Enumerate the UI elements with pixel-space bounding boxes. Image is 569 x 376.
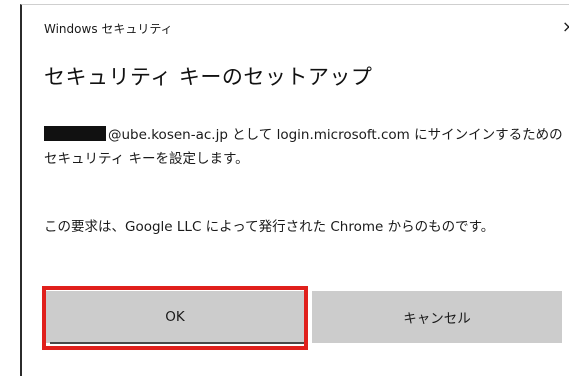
close-icon[interactable]: × [562,17,569,36]
button-row: OK キャンセル [22,291,562,343]
redacted-email-username [44,126,106,141]
ok-button-focus-underline [50,342,304,344]
cancel-button[interactable]: キャンセル [312,291,562,343]
dialog-heading: セキュリティ キーのセットアップ [44,65,373,89]
setup-message-text: @ube.kosen-ac.jp として login.microsoft.com… [44,127,563,167]
setup-message: @ube.kosen-ac.jp として login.microsoft.com… [44,123,564,171]
ok-button[interactable]: OK [44,291,306,343]
security-dialog: Windows セキュリティ × セキュリティ キーのセットアップ @ube.k… [20,4,569,376]
request-origin-message: この要求は、Google LLC によって発行された Chrome からのもので… [44,219,495,235]
window-title: Windows セキュリティ [44,22,173,36]
